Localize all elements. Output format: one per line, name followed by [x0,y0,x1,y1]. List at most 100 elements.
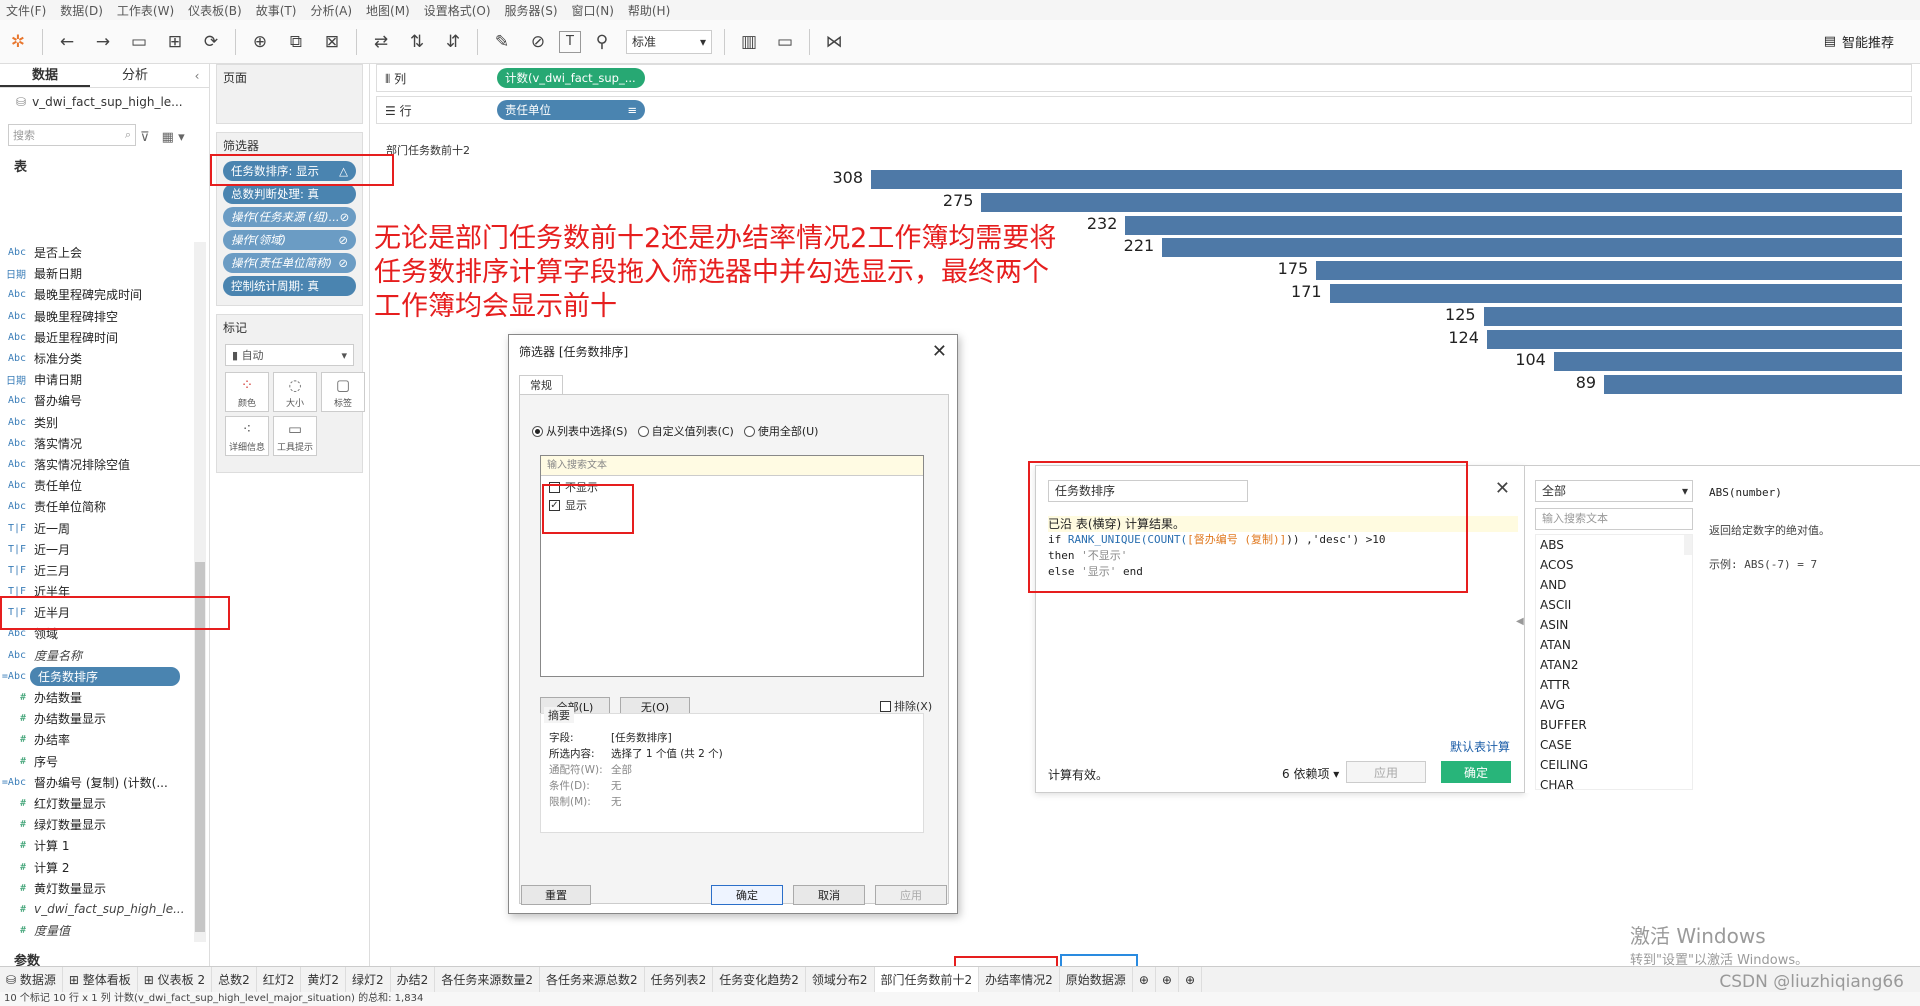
field-item[interactable]: # 红灯数量显示 [0,793,195,814]
tableau-logo-icon[interactable]: ✲ [3,27,33,57]
field-item[interactable]: Abc 是否上会 [0,242,195,263]
function-item[interactable]: BUFFER [1536,715,1692,735]
function-item[interactable]: AND [1536,575,1692,595]
field-item[interactable]: 日期 最新日期 [0,263,195,284]
filter-pill[interactable]: 控制统计周期: 真 [223,276,356,296]
field-item[interactable]: T|F 近三月 [0,560,195,581]
filter-pill[interactable]: 操作(任务来源 (组)... ⊘ [223,207,356,227]
sheet-tab[interactable]: 原始数据源 [1060,966,1133,993]
field-item[interactable]: # 序号 [0,751,195,772]
new-sheet-icon[interactable]: ⊕ [1133,966,1156,993]
new-datasource-icon[interactable]: ⊞ [160,27,190,57]
bar[interactable] [981,192,1902,212]
menu-item[interactable]: 地图(M) [366,2,410,19]
function-item[interactable]: CHAR [1536,775,1692,789]
smart-recommend-button[interactable]: ▤ 智能推荐 [1824,32,1894,51]
menu-item[interactable]: 故事(T) [256,2,297,19]
field-item[interactable]: Abc 督办编号 [0,390,195,411]
radio-use-all[interactable]: 使用全部(U) [743,423,818,439]
field-item[interactable]: # v_dwi_fact_sup_high_le... [0,899,195,920]
sheet-tab[interactable]: 红灯2 [257,966,302,993]
function-item[interactable]: ATTR [1536,675,1692,695]
sheet-tab[interactable]: 办结2 [391,966,436,993]
field-item[interactable]: T|F 近一月 [0,539,195,560]
share-icon[interactable]: ⋈ [819,27,849,57]
field-item[interactable]: # 度量值 [0,920,195,941]
scrollbar[interactable] [1684,535,1692,555]
presentation-icon[interactable]: ▭ [770,27,800,57]
sheet-tab[interactable]: 绿灯2 [346,966,391,993]
bar[interactable] [1329,284,1902,303]
show-cards-icon[interactable]: ▥ [734,27,764,57]
pages-card[interactable]: 页面 [216,64,363,124]
close-icon[interactable]: ✕ [932,341,947,362]
clear-sheet-icon[interactable]: ⊠ [317,27,347,57]
field-item[interactable]: Abc 责任单位简称 [0,496,195,517]
sheet-tab[interactable]: ⛁ 数据源 [0,966,63,993]
redo-icon[interactable]: → [88,27,118,57]
menu-item[interactable]: 窗口(N) [572,2,614,19]
function-category-select[interactable]: 全部 ▾ [1535,480,1693,502]
bar[interactable] [1316,261,1902,281]
sort-desc-icon[interactable]: ⇵ [438,27,468,57]
menu-item[interactable]: 设置格式(O) [424,2,491,19]
sheet-tab[interactable]: 总数2 [212,966,257,993]
sheet-tab[interactable]: 各任务来源数量2 [435,966,540,993]
function-item[interactable]: ASIN [1536,615,1692,635]
reset-button[interactable]: 重置 [521,885,591,905]
function-item[interactable]: CEILING [1536,755,1692,775]
dependencies-dropdown[interactable]: 6 依赖项 ▾ [1282,765,1339,782]
new-dashboard-icon[interactable]: ⊕ [1156,966,1179,993]
field-item[interactable]: # 计算 2 [0,856,195,877]
datasource-item[interactable]: ⛁ v_dwi_fact_sup_high_le... [0,88,209,116]
field-item[interactable]: Abc 类别 [0,412,195,433]
bar[interactable] [1604,375,1902,395]
mark-type-select[interactable]: ▮ 自动 ▾ [225,344,354,366]
radio-select-from-list[interactable]: 从列表中选择(S) [532,423,628,439]
new-sheet-icon[interactable]: ⊕ [245,27,275,57]
menu-item[interactable]: 文件(F) [6,2,46,19]
bar[interactable] [871,170,1902,189]
menu-item[interactable]: 工作表(W) [117,2,174,19]
view-options-icon[interactable]: ▦ ▾ [162,130,185,145]
sort-asc-icon[interactable]: ⇅ [402,27,432,57]
field-item[interactable]: =Abc 任务数排序 [0,666,195,687]
function-item[interactable]: AVG [1536,695,1692,715]
ok-button[interactable]: 确定 [1441,761,1511,783]
field-item[interactable]: # 黄灯数量显示 [0,878,195,899]
field-item[interactable]: # 办结率 [0,729,195,750]
filter-pill[interactable]: 操作(责任单位简称) ⊘ [223,253,356,273]
cancel-button[interactable]: 取消 [793,885,865,905]
pause-update-icon[interactable]: ⟳ [196,27,226,57]
field-item[interactable]: Abc 落实情况 [0,433,195,454]
function-item[interactable]: ACOS [1536,555,1692,575]
collapse-icon[interactable]: ‹ [185,64,209,87]
tab-data[interactable]: 数据 [0,64,90,87]
menu-item[interactable]: 帮助(H) [628,2,670,19]
field-item[interactable]: Abc 标准分类 [0,348,195,369]
field-item[interactable]: T|F 近一周 [0,517,195,538]
radio-custom-list[interactable]: 自定义值列表(C) [637,423,734,439]
field-item[interactable]: # 办结数量显示 [0,708,195,729]
field-item[interactable]: Abc 最晚里程碑完成时间 [0,284,195,305]
function-item[interactable]: ATAN [1536,635,1692,655]
function-search-input[interactable]: 输入搜索文本 [1535,508,1693,530]
undo-icon[interactable]: ← [52,27,82,57]
filter-pill[interactable]: 操作(领域) ⊘ [223,230,356,250]
function-item[interactable]: CASE [1536,735,1692,755]
sheet-tab[interactable]: 任务变化趋势2 [713,966,806,993]
rows-pill[interactable]: 责任单位 ≡ [497,100,645,120]
function-item[interactable]: ATAN2 [1536,655,1692,675]
bar[interactable] [1483,306,1902,326]
pin-icon[interactable]: ⚲ [587,27,617,57]
field-item[interactable]: # 绿灯数量显示 [0,814,195,835]
tab-general[interactable]: 常规 [519,375,563,395]
field-item[interactable]: 日期 申请日期 [0,369,195,390]
labels-icon[interactable]: T [559,30,581,53]
columns-shelf[interactable]: ⦀ 列 计数(v_dwi_fact_sup_... [376,64,1912,92]
field-item[interactable]: # 计算 1 [0,835,195,856]
sheet-tab[interactable]: 部门任务数前十2 [874,966,980,993]
menu-item[interactable]: 服务器(S) [505,2,558,19]
menu-item[interactable]: 分析(A) [310,2,352,19]
bar[interactable] [1553,352,1902,372]
